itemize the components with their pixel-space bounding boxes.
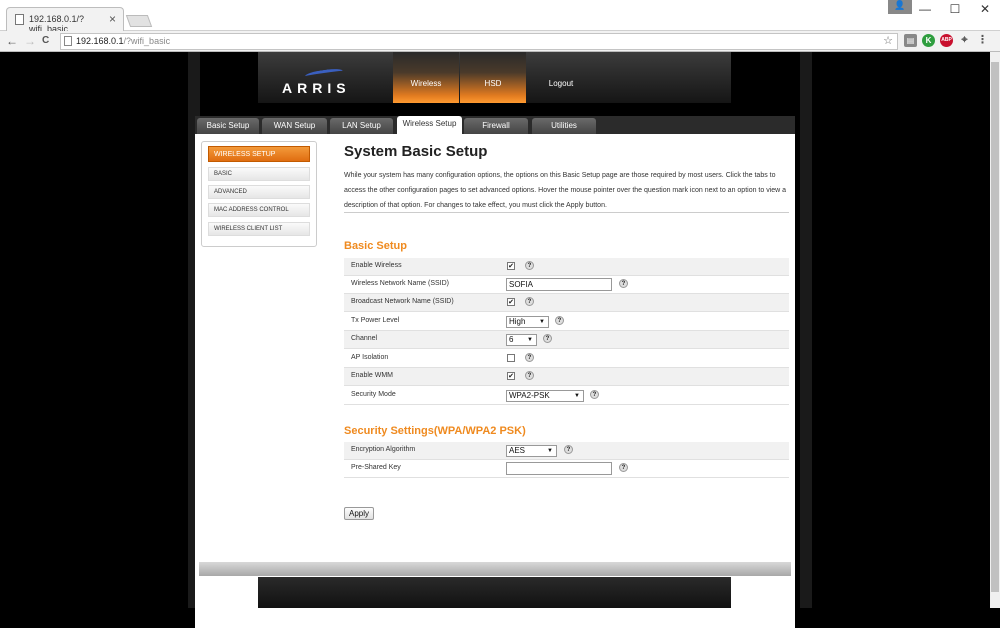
- browser-tab[interactable]: 192.168.0.1/?wifi_basic ×: [6, 7, 124, 34]
- row-security-mode: Security Mode WPA2-PSK ▼ ?: [344, 387, 789, 405]
- sidebar-item-advanced[interactable]: ADVANCED: [208, 185, 310, 199]
- chevron-down-icon: ▼: [527, 337, 533, 343]
- tx-power-label: Tx Power Level: [351, 317, 400, 324]
- menu-icon[interactable]: ⋮: [976, 34, 989, 47]
- tab-lan-setup[interactable]: LAN Setup: [330, 118, 393, 134]
- encryption-select[interactable]: AES ▼: [506, 445, 557, 457]
- ssid-input[interactable]: SOFIA: [506, 278, 612, 291]
- close-window-icon[interactable]: ✕: [970, 0, 1000, 20]
- divider: [344, 212, 789, 213]
- tab-firewall[interactable]: Firewall: [464, 118, 528, 134]
- page-bottom-bar: [258, 577, 731, 608]
- green-k-icon[interactable]: K: [922, 34, 935, 47]
- help-icon[interactable]: ?: [525, 261, 534, 270]
- row-tx-power: Tx Power Level High ▼ ?: [344, 313, 789, 331]
- page-viewport: ARRIS Wireless HSD Logout Basic Setup WA…: [0, 52, 1000, 628]
- arris-logo: ARRIS: [282, 80, 351, 96]
- scrollbar-thumb[interactable]: [991, 62, 999, 592]
- user-profile-icon[interactable]: 👤: [888, 0, 912, 14]
- row-encryption: Encryption Algorithm AES ▼ ?: [344, 442, 789, 460]
- apply-button[interactable]: Apply: [344, 507, 374, 520]
- help-icon[interactable]: ?: [543, 334, 552, 343]
- tx-power-value: High: [509, 317, 526, 326]
- chevron-down-icon: ▼: [539, 319, 545, 325]
- nav-logout[interactable]: Logout: [528, 52, 594, 103]
- url-host: 192.168.0.1: [76, 36, 124, 46]
- pin-icon[interactable]: ⌖: [958, 34, 971, 47]
- sidebar-heading[interactable]: WIRELESS SETUP: [208, 146, 310, 162]
- channel-value: 6: [509, 335, 514, 344]
- minimize-icon[interactable]: —: [910, 0, 940, 20]
- chevron-down-icon: ▼: [547, 448, 553, 454]
- nav-wireless[interactable]: Wireless: [393, 52, 459, 103]
- ap-isolation-label: AP Isolation: [351, 354, 389, 361]
- row-enable-wmm: Enable WMM ✔ ?: [344, 368, 789, 386]
- broadcast-ssid-checkbox[interactable]: ✔: [507, 298, 515, 306]
- security-mode-label: Security Mode: [351, 391, 396, 398]
- page-info-icon[interactable]: [64, 36, 72, 46]
- row-enable-wireless: Enable Wireless ✔ ?: [344, 258, 789, 276]
- enable-wireless-checkbox[interactable]: ✔: [507, 262, 515, 270]
- tab-basic-setup[interactable]: Basic Setup: [197, 118, 259, 134]
- help-icon[interactable]: ?: [564, 445, 573, 454]
- help-icon[interactable]: ?: [619, 279, 628, 288]
- channel-label: Channel: [351, 335, 378, 342]
- tab-wan-setup[interactable]: WAN Setup: [262, 118, 327, 134]
- sidebar-item-mac-address-control[interactable]: MAC ADDRESS CONTROL: [208, 203, 310, 217]
- bookmark-star-icon[interactable]: ☆: [883, 34, 893, 49]
- adblock-icon[interactable]: ABP: [940, 34, 953, 47]
- ssid-label: Wireless Network Name (SSID): [351, 280, 450, 287]
- sidebar-item-basic[interactable]: BASIC: [208, 167, 310, 181]
- maximize-icon[interactable]: ☐: [940, 0, 970, 20]
- security-settings-title: Security Settings(WPA/WPA2 PSK): [344, 425, 526, 437]
- security-mode-value: WPA2-PSK: [509, 391, 550, 400]
- basic-setup-title: Basic Setup: [344, 240, 407, 252]
- page-description: While your system has many configuration…: [344, 172, 787, 209]
- help-icon[interactable]: ?: [525, 297, 534, 306]
- row-channel: Channel 6 ▼ ?: [344, 331, 789, 349]
- browser-tab-bar: 192.168.0.1/?wifi_basic × 👤 — ☐ ✕: [0, 0, 1000, 34]
- tx-power-select[interactable]: High ▼: [506, 316, 549, 328]
- chevron-down-icon: ▼: [574, 393, 580, 399]
- tab-utilities[interactable]: Utilities: [532, 118, 596, 134]
- tab-close-icon[interactable]: ×: [109, 12, 116, 26]
- encryption-label: Encryption Algorithm: [351, 446, 416, 453]
- frame-footer: [199, 562, 791, 576]
- security-mode-select[interactable]: WPA2-PSK ▼: [506, 390, 584, 402]
- page-scrollbar[interactable]: [990, 52, 1000, 608]
- enable-wmm-checkbox[interactable]: ✔: [507, 372, 515, 380]
- channel-select[interactable]: 6 ▼: [506, 334, 537, 346]
- browser-toolbar: ← → C 192.168.0.1/?wifi_basic ☆ ▤ K ABP …: [0, 31, 1000, 52]
- help-icon[interactable]: ?: [590, 390, 599, 399]
- window-controls: — ☐ ✕: [910, 0, 1000, 20]
- layers-icon[interactable]: ▤: [904, 34, 917, 47]
- row-ap-isolation: AP Isolation ?: [344, 350, 789, 368]
- page-title: System Basic Setup: [344, 143, 488, 160]
- enable-wmm-label: Enable WMM: [351, 372, 394, 379]
- psk-label: Pre-Shared Key: [351, 464, 401, 471]
- sidebar-item-wireless-client-list[interactable]: WIRELESS CLIENT LIST: [208, 222, 310, 236]
- tab-wireless-setup[interactable]: Wireless Setup: [397, 116, 462, 134]
- help-icon[interactable]: ?: [619, 463, 628, 472]
- page-right-shade: [800, 52, 812, 608]
- enable-wireless-label: Enable Wireless: [351, 262, 402, 269]
- row-pre-shared-key: Pre-Shared Key ?: [344, 460, 789, 478]
- ap-isolation-checkbox[interactable]: [507, 354, 515, 362]
- encryption-value: AES: [509, 446, 526, 455]
- forward-icon[interactable]: →: [24, 34, 36, 48]
- psk-input[interactable]: [506, 462, 612, 475]
- row-broadcast-ssid: Broadcast Network Name (SSID) ✔ ?: [344, 294, 789, 312]
- help-icon[interactable]: ?: [525, 353, 534, 362]
- new-tab-button[interactable]: [125, 15, 153, 27]
- address-bar[interactable]: 192.168.0.1/?wifi_basic ☆: [60, 33, 898, 50]
- help-icon[interactable]: ?: [555, 316, 564, 325]
- page-icon: [15, 14, 24, 25]
- broadcast-ssid-label: Broadcast Network Name (SSID): [351, 298, 454, 305]
- help-icon[interactable]: ?: [525, 371, 534, 380]
- nav-hsd[interactable]: HSD: [460, 52, 526, 103]
- row-ssid: Wireless Network Name (SSID) SOFIA ?: [344, 276, 789, 294]
- back-icon[interactable]: ←: [6, 34, 18, 48]
- reload-icon[interactable]: C: [42, 35, 49, 46]
- url-path: /?wifi_basic: [123, 36, 171, 46]
